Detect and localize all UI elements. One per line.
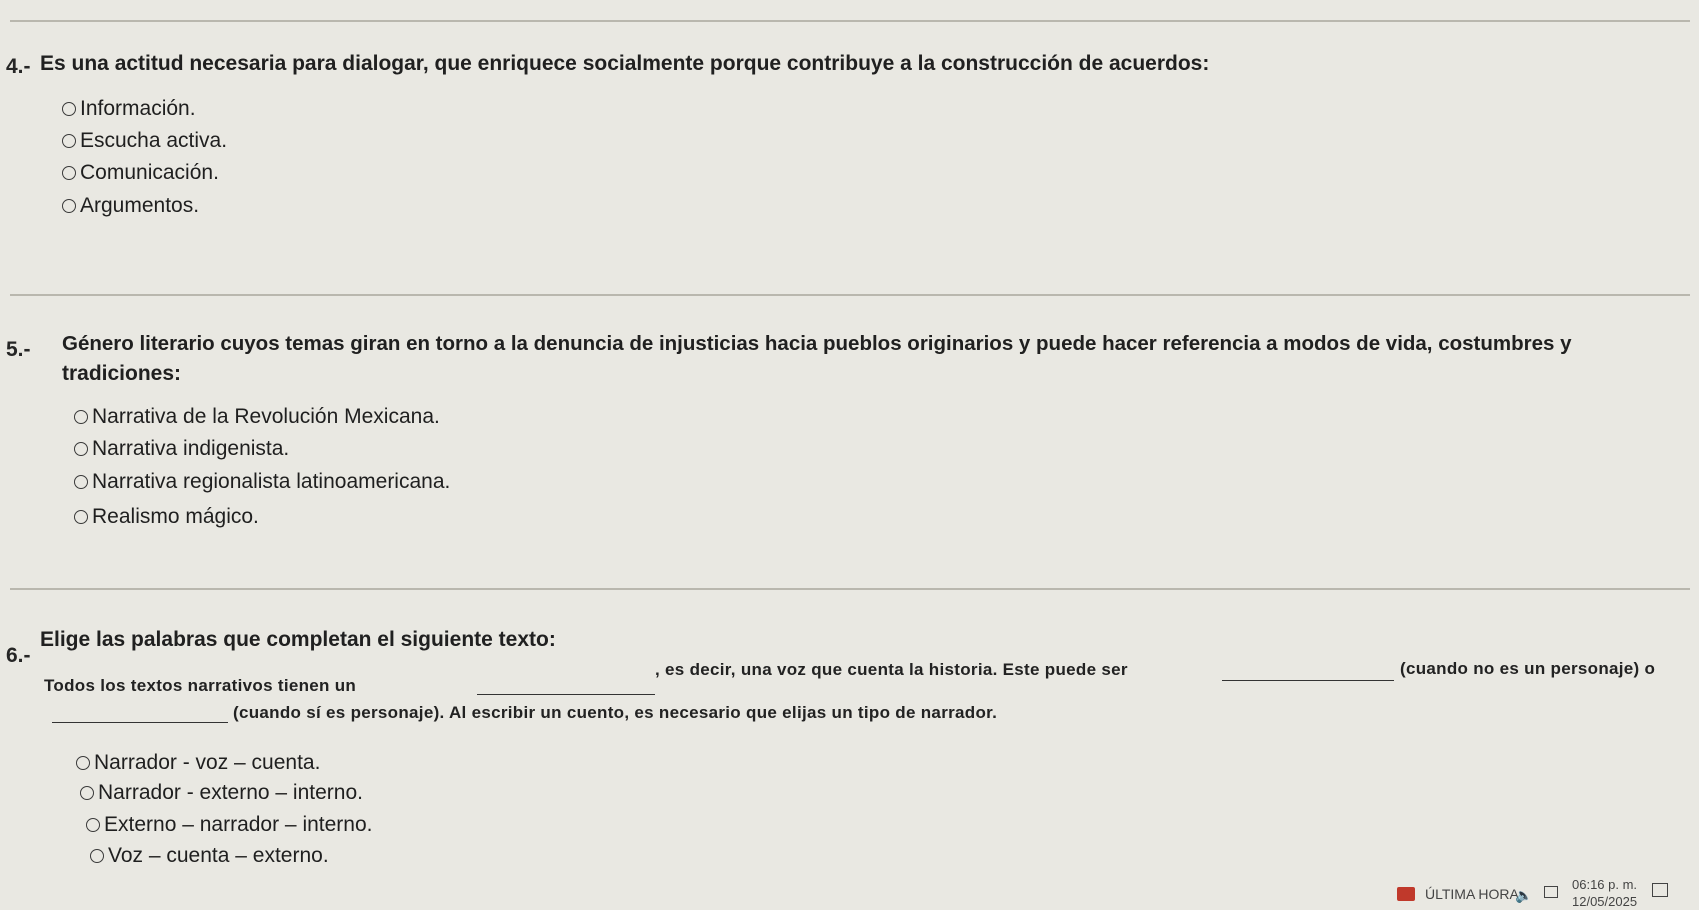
option-narrador-voz-cuenta[interactable]: Narrador - voz – cuenta.: [76, 751, 320, 775]
question-text: Elige las palabras que completan el sigu…: [40, 628, 556, 651]
news-widget[interactable]: ÚLTIMA HORA: [1397, 886, 1519, 902]
paragraph-line2: (cuando sí es personaje). Al escribir un…: [233, 703, 998, 722]
option-label: Argumentos.: [80, 194, 200, 217]
radio-button[interactable]: [62, 102, 76, 116]
option-voz-cuenta-externo[interactable]: Voz – cuenta – externo.: [90, 844, 329, 868]
option-regionalista[interactable]: Narrativa regionalista latinoamericana.: [74, 470, 450, 494]
taskbar: ÚLTIMA HORA 🔈 06:16 p. m. 12/05/2025: [0, 877, 1699, 910]
question-text-line2: tradiciones:: [62, 362, 182, 385]
radio-button[interactable]: [86, 818, 100, 832]
option-narrador-externo-interno[interactable]: Narrador - externo – interno.: [80, 781, 363, 805]
radio-button[interactable]: [76, 756, 90, 770]
question-number: 4.-: [6, 55, 31, 78]
paragraph-line1-end: (cuando no es un personaje) o: [1400, 659, 1656, 678]
radio-button[interactable]: [62, 199, 76, 213]
option-argumentos[interactable]: Argumentos.: [62, 194, 199, 218]
option-label: Información.: [80, 97, 196, 120]
clock-date[interactable]: 12/05/2025: [1572, 894, 1637, 909]
option-externo-narrador-interno[interactable]: Externo – narrador – interno.: [86, 813, 373, 837]
option-escucha-activa[interactable]: Escucha activa.: [62, 129, 227, 153]
option-label: Narrativa indigenista.: [92, 437, 290, 460]
radio-button[interactable]: [90, 849, 104, 863]
option-label: Narrador - externo – interno.: [98, 781, 363, 804]
option-label: Voz – cuenta – externo.: [108, 844, 329, 867]
option-label: Narrativa regionalista latinoamericana.: [92, 470, 451, 493]
clock-time[interactable]: 06:16 p. m.: [1572, 877, 1637, 892]
news-label: ÚLTIMA HORA: [1425, 886, 1519, 902]
paragraph-line1-start: Todos los textos narrativos tienen un: [44, 676, 357, 695]
question-number: 5.-: [6, 338, 31, 361]
option-comunicacion[interactable]: Comunicación.: [62, 161, 219, 185]
option-label: Realismo mágico.: [92, 505, 259, 528]
blank-3: [52, 704, 228, 723]
divider-q5-q6: [10, 588, 1690, 590]
option-realismo-magico[interactable]: Realismo mágico.: [74, 505, 259, 529]
top-divider: [10, 20, 1690, 22]
speaker-icon[interactable]: 🔈: [1515, 887, 1532, 904]
option-revolucion-mexicana[interactable]: Narrativa de la Revolución Mexicana.: [74, 405, 440, 429]
option-label: Externo – narrador – interno.: [104, 813, 373, 836]
radio-button[interactable]: [74, 510, 88, 524]
blank-1: [477, 676, 655, 695]
notification-icon[interactable]: [1652, 883, 1668, 897]
option-indigenista[interactable]: Narrativa indigenista.: [74, 437, 289, 461]
question-number: 6.-: [6, 644, 31, 667]
option-informacion[interactable]: Información.: [62, 97, 196, 121]
news-icon: [1397, 887, 1415, 901]
option-label: Narrador - voz – cuenta.: [94, 751, 321, 774]
question-text: Es una actitud necesaria para dialogar, …: [40, 52, 1210, 75]
option-label: Comunicación.: [80, 161, 219, 184]
radio-button[interactable]: [74, 475, 88, 489]
radio-button[interactable]: [62, 166, 76, 180]
radio-button[interactable]: [62, 134, 76, 148]
option-label: Escucha activa.: [80, 129, 228, 152]
question-text-line1: Género literario cuyos temas giran en to…: [62, 332, 1572, 355]
divider-q4-q5: [10, 294, 1690, 296]
network-icon[interactable]: [1544, 886, 1558, 898]
radio-button[interactable]: [80, 786, 94, 800]
option-label: Narrativa de la Revolución Mexicana.: [92, 405, 440, 428]
blank-2: [1222, 662, 1394, 681]
radio-button[interactable]: [74, 442, 88, 456]
paragraph-line1-middle: , es decir, una voz que cuenta la histor…: [655, 660, 1128, 679]
radio-button[interactable]: [74, 410, 88, 424]
